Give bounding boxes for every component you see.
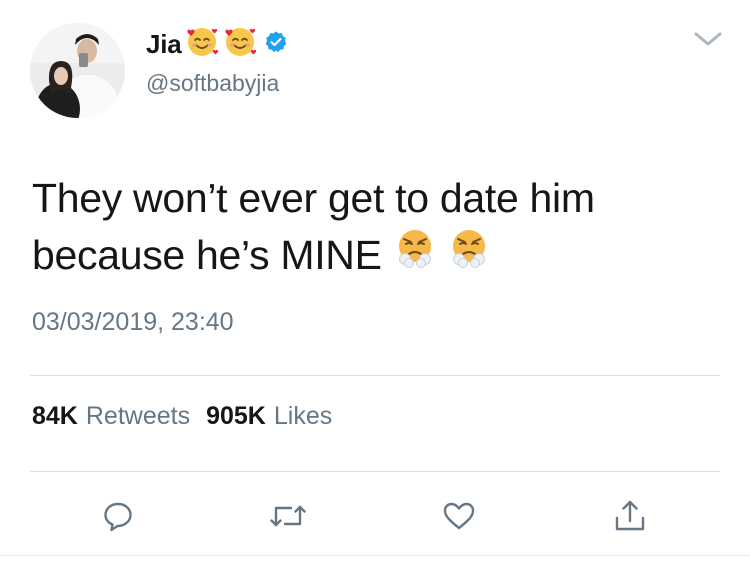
display-name-row: Jia	[146, 26, 288, 62]
likes-label[interactable]: Likes	[274, 402, 332, 431]
retweet-icon	[268, 499, 308, 533]
smiling-face-with-hearts-icon	[184, 25, 220, 64]
engagement-stats: 84K Retweets 905K Likes	[32, 402, 348, 431]
tweet-timestamp[interactable]: 03/03/2019, 23:40	[32, 308, 234, 337]
display-name[interactable]: Jia	[146, 29, 182, 60]
retweets-label[interactable]: Retweets	[86, 402, 190, 431]
tweet-text: They won’t ever get to date him because …	[32, 170, 722, 284]
reply-button[interactable]	[96, 494, 140, 538]
tweet-text-line-2-wrapper: because he’s MINE	[32, 227, 722, 284]
tweet-card: Jia @softbabyjia They won’t ever get to …	[0, 0, 750, 564]
heart-icon	[442, 499, 476, 533]
smiling-face-with-hearts-icon	[222, 25, 258, 64]
share-button[interactable]	[608, 494, 652, 538]
reply-icon	[101, 499, 135, 533]
tweet-text-line-1: They won’t ever get to date him	[32, 175, 595, 221]
retweets-count[interactable]: 84K	[32, 402, 78, 431]
likes-count[interactable]: 905K	[206, 402, 266, 431]
share-icon	[613, 498, 647, 534]
divider	[30, 375, 720, 376]
user-handle[interactable]: @softbabyjia	[146, 70, 279, 97]
face-with-steam-from-nose-icon	[448, 227, 490, 284]
divider	[30, 471, 720, 472]
verified-badge-icon	[264, 30, 288, 59]
action-bar	[0, 490, 750, 540]
face-with-steam-from-nose-icon	[394, 227, 436, 284]
chevron-down-icon[interactable]	[690, 28, 726, 50]
like-button[interactable]	[437, 494, 481, 538]
retweet-button[interactable]	[266, 494, 310, 538]
tweet-text-line-2: because he’s MINE	[32, 232, 382, 278]
avatar[interactable]	[30, 23, 125, 118]
